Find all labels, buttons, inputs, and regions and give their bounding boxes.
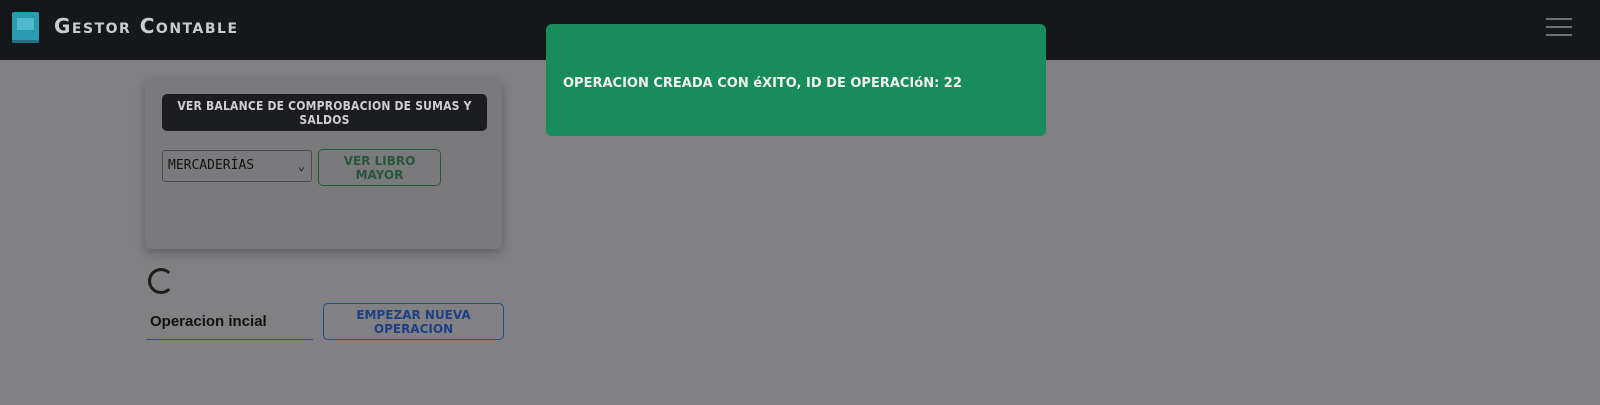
account-select[interactable]: MERCADERÍAS ⌄	[162, 150, 312, 182]
book-icon[interactable]	[12, 12, 39, 43]
hamburger-icon[interactable]	[1546, 16, 1572, 38]
brand-name[interactable]: Gestor Contable	[54, 14, 239, 38]
operation-name-input[interactable]: Operacion incial	[146, 304, 313, 340]
toast-message: OPERACION CREADA CON éXITO, ID DE OPERAC…	[563, 76, 962, 91]
chevron-down-icon: ⌄	[297, 159, 305, 173]
balance-button[interactable]: VER BALANCE DE COMPROBACION DE SUMAS Y S…	[162, 94, 487, 131]
spinner-icon	[148, 268, 174, 294]
ledger-button[interactable]: VER LIBRO MAYOR	[318, 149, 441, 186]
new-operation-button[interactable]: EMPEZAR NUEVA OPERACION	[323, 303, 504, 340]
account-select-value: MERCADERÍAS	[168, 158, 255, 173]
